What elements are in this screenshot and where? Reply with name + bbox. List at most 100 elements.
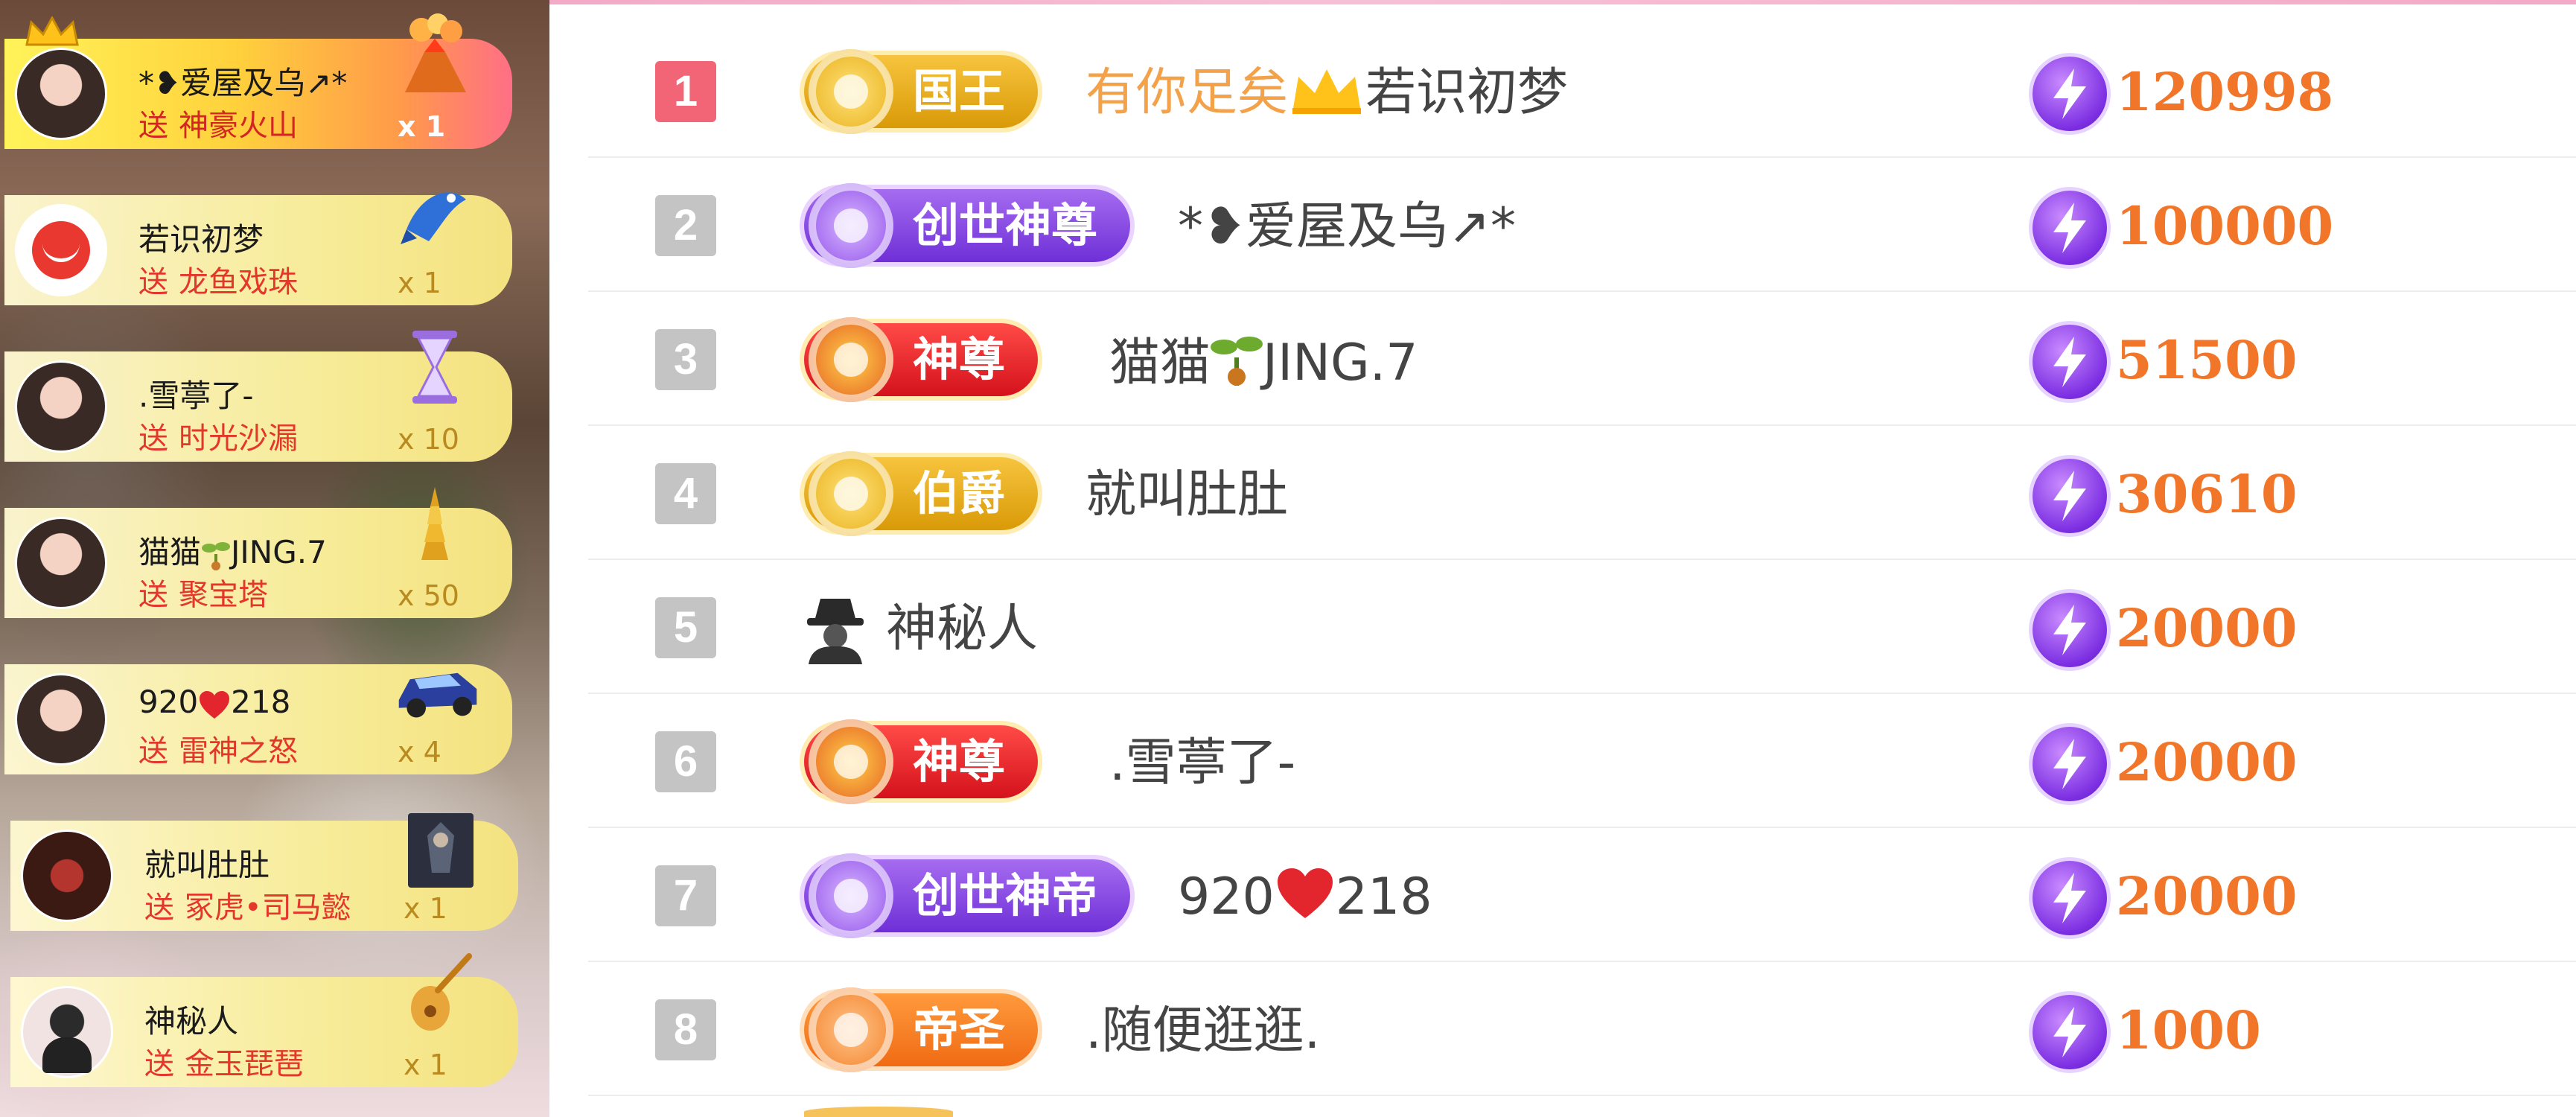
dragon-fish-gift-icon (401, 192, 466, 244)
gift-count: x 50 (398, 579, 459, 612)
top-divider (549, 0, 2576, 4)
gift-name: 雷神之怒 (179, 734, 298, 768)
medal-icon (809, 451, 893, 536)
ranking-row[interactable]: 7 创世神帝 920 218 20000 (588, 827, 2576, 962)
rank-number: 3 (655, 329, 716, 390)
ranking-row[interactable]: 2 创世神尊 *❥爱屋及乌↗* 100000 (588, 156, 2576, 292)
avatar[interactable] (21, 986, 113, 1078)
lightning-icon (2033, 57, 2107, 131)
gift-description: 送冢虎•司马懿 (144, 883, 351, 926)
rank-number: 2 (655, 195, 716, 256)
gift-description: 送聚宝塔 (138, 570, 268, 614)
user-name[interactable]: 就叫肚肚 (1085, 462, 1288, 529)
gift-description: 送金玉琵琶 (144, 1040, 304, 1083)
gift-item[interactable]: 就叫肚肚 送冢虎•司马懿 x 1 (10, 813, 518, 931)
gift-count: x 1 (398, 110, 446, 143)
avatar[interactable] (15, 204, 107, 296)
badge-label: 伯爵 (913, 466, 1006, 521)
gift-count: x 1 (404, 1048, 447, 1081)
ranking-row[interactable]: 1 国王 有你足矣 若识初梦 120998 (588, 22, 2576, 158)
score-value: 30610 (2116, 463, 2298, 525)
gift-action: 送 (138, 109, 168, 143)
ranking-row[interactable]: 5 神秘人 20000 (588, 558, 2576, 694)
badge-label: 神尊 (913, 734, 1006, 789)
user-name[interactable]: *❥爱屋及乌↗* (1178, 194, 1516, 261)
gift-action: 送 (144, 891, 174, 925)
badge-label: 国王 (913, 64, 1006, 118)
rank-number: 6 (655, 731, 716, 792)
medal-icon (809, 987, 893, 1072)
gift-name: 时光沙漏 (179, 421, 298, 456)
gift-item[interactable]: .雪葶了- 送时光沙漏 x 10 (4, 331, 512, 462)
incognito-icon (807, 599, 864, 664)
score-value: 1000 (2116, 999, 2261, 1061)
user-name[interactable]: .雪葶了- (1109, 730, 1295, 797)
score-value: 51500 (2116, 329, 2298, 391)
level-badge: 创世神帝 (804, 853, 1131, 938)
score-value: 120998 (2116, 61, 2334, 123)
level-badge: 国王 (804, 49, 1039, 134)
name-prefix: 有你足矣 (1085, 63, 1289, 122)
ranking-row[interactable]: 8 帝圣 .随便逛逛. 1000 (588, 961, 2576, 1096)
heart-icon (1277, 868, 1333, 918)
avatar[interactable] (15, 517, 107, 609)
lightning-icon (2033, 593, 2107, 667)
avatar[interactable] (15, 673, 107, 766)
medal-icon (809, 49, 893, 134)
heart-icon (200, 691, 230, 719)
user-name[interactable]: 猫猫 JING.7 (1109, 328, 1418, 397)
user-name[interactable]: 920 218 (1178, 864, 1432, 931)
sprout-icon (1211, 337, 1263, 386)
gift-item[interactable]: *❥爱屋及乌↗* 送神豪火山 x 1 (4, 13, 512, 149)
gift-name: 冢虎•司马懿 (185, 891, 351, 925)
score-value: 100000 (2116, 195, 2334, 257)
rank-number: 7 (655, 865, 716, 926)
pipa-gift-icon (411, 953, 472, 1031)
name-part: 218 (1335, 868, 1432, 926)
gift-feed: *❥爱屋及乌↗* 送神豪火山 x 1 若识初梦 送龙鱼戏珠 x 1 .雪葶了- … (0, 0, 549, 1117)
rank-number: 5 (655, 597, 716, 658)
avatar[interactable] (21, 830, 113, 922)
badge-label: 帝圣 (913, 1002, 1006, 1057)
gift-description: 送龙鱼戏珠 (138, 258, 298, 301)
gift-count: x 10 (398, 423, 459, 456)
user-name[interactable]: 有你足矣 若识初梦 (1085, 60, 1568, 127)
avatar[interactable] (15, 360, 107, 453)
gift-item[interactable]: 神秘人 送金玉琵琶 x 1 (10, 953, 518, 1087)
name-part: 920 (1178, 868, 1275, 926)
gift-item[interactable]: 若识初梦 送龙鱼戏珠 x 1 (4, 192, 512, 305)
ranking-row[interactable]: 6 神尊 .雪葶了- 20000 (588, 693, 2576, 828)
name-part: 猫猫 (1109, 334, 1211, 392)
gift-sender-name: 920 218 (138, 684, 290, 720)
lightning-icon (2033, 861, 2107, 935)
gift-action: 送 (138, 578, 168, 612)
medal-icon (809, 719, 893, 804)
lightning-icon (2033, 191, 2107, 265)
gift-sender-name: 若识初梦 (138, 221, 264, 258)
gift-item[interactable]: 猫猫 JING.7 送聚宝塔 x 50 (4, 487, 512, 618)
crown-icon (1292, 69, 1362, 114)
medal-icon (809, 183, 893, 268)
user-name[interactable]: 神秘人 (886, 596, 1038, 663)
gift-name: 金玉琵琶 (185, 1047, 304, 1081)
lightning-icon (2033, 995, 2107, 1069)
lightning-icon (2033, 325, 2107, 399)
gift-sender-name: *❥爱屋及乌↗* (138, 65, 348, 101)
gift-name: 聚宝塔 (179, 578, 268, 612)
score-value: 20000 (2116, 731, 2298, 793)
ranking-row[interactable]: 3 神尊 猫猫 JING.7 51500 (588, 290, 2576, 426)
user-name[interactable]: .随便逛逛. (1085, 998, 1320, 1065)
gift-description: 送神豪火山 (138, 101, 298, 144)
avatar[interactable] (15, 48, 107, 140)
sprout-icon (202, 542, 231, 570)
name-part: 猫猫 (138, 534, 202, 570)
badge-label: 神尊 (913, 332, 1006, 386)
level-badge: 伯爵 (804, 451, 1039, 536)
gift-item[interactable]: 920 218 送雷神之怒 x 4 (4, 664, 512, 774)
hourglass-gift-icon (412, 331, 457, 404)
gift-action: 送 (138, 265, 168, 299)
rank-number: 1 (655, 61, 716, 122)
score-value: 20000 (2116, 865, 2298, 927)
level-badge: 创世神尊 (804, 183, 1131, 268)
ranking-row[interactable]: 4 伯爵 就叫肚肚 30610 (588, 424, 2576, 560)
